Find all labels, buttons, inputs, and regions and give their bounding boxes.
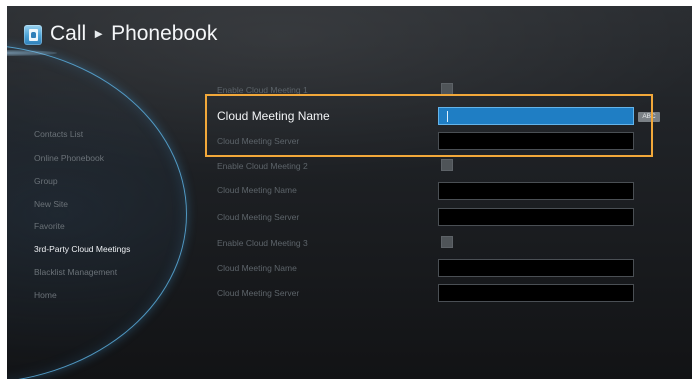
breadcrumb-section: Call — [50, 22, 87, 45]
cloud-meeting-2-name-label: Cloud Meeting Name — [217, 185, 297, 195]
phonebook-icon — [24, 25, 42, 45]
cloud-meeting-2-name-input[interactable] — [438, 182, 634, 200]
sidebar-item-blacklist-management[interactable]: Blacklist Management — [34, 266, 117, 278]
sidebar-item-new-site[interactable]: New Site — [34, 198, 68, 210]
enable-cloud-meeting-2-label: Enable Cloud Meeting 2 — [217, 161, 308, 171]
cloud-meeting-2-server-input[interactable] — [438, 208, 634, 226]
sidebar-item-label: Group — [34, 176, 58, 186]
sidebar-item-label: Online Phonebook — [34, 153, 104, 163]
sidebar-item-online-phonebook[interactable]: Online Phonebook — [34, 152, 104, 164]
header: Call ► Phonebook — [7, 6, 692, 56]
cloud-meeting-3-name-input[interactable] — [438, 259, 634, 277]
enable-cloud-meeting-3-checkbox[interactable] — [441, 236, 453, 248]
sidebar-item-home[interactable]: Home — [34, 289, 57, 301]
cloud-meeting-3-server-label: Cloud Meeting Server — [217, 288, 300, 298]
sidebar-item-3rd-party-cloud-meetings[interactable]: 3rd-Party Cloud Meetings — [34, 243, 130, 255]
sidebar-item-label: Blacklist Management — [34, 267, 118, 277]
cloud-meeting-3-server-input[interactable] — [438, 284, 634, 302]
breadcrumb-separator: ► — [92, 26, 106, 41]
phonebook-icon-person — [31, 32, 36, 38]
cloud-meeting-2-server-label: Cloud Meeting Server — [217, 212, 300, 222]
breadcrumb: Call ► Phonebook — [50, 19, 217, 49]
enable-cloud-meeting-2-checkbox[interactable] — [441, 159, 453, 171]
sidebar-item-label: Favorite — [34, 221, 65, 231]
focus-highlight-box — [205, 94, 653, 157]
sidebar-item-label: Home — [34, 290, 57, 300]
sidebar-item-contacts-list[interactable]: Contacts List — [34, 128, 83, 140]
sidebar-item-label: Contacts List — [34, 129, 84, 139]
sidebar-item-label: 3rd-Party Cloud Meetings — [34, 244, 131, 254]
sidebar-item-label: New Site — [34, 199, 69, 209]
sidebar-item-group[interactable]: Group — [34, 175, 58, 187]
breadcrumb-page: Phonebook — [111, 22, 218, 45]
menu-arc — [7, 44, 187, 379]
screen: Call ► Phonebook Contacts List Online Phon… — [7, 6, 692, 379]
cloud-meeting-3-name-label: Cloud Meeting Name — [217, 263, 297, 273]
enable-cloud-meeting-3-label: Enable Cloud Meeting 3 — [217, 238, 308, 248]
sidebar-item-favorite[interactable]: Favorite — [34, 220, 65, 232]
